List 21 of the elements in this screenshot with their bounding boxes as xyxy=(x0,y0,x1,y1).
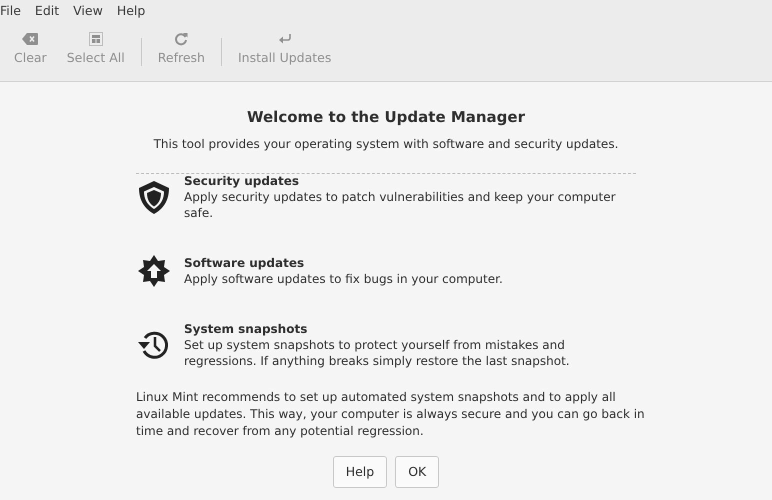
return-arrow-icon xyxy=(278,32,292,46)
menu-item[interactable]: Help xyxy=(110,0,152,22)
grid-icon xyxy=(88,32,103,46)
menu-item[interactable]: Edit xyxy=(28,0,66,22)
feature-description: Set up system snapshots to protect yourself from mistakes and regressions. If anything breaks simply restore the last snapshot. xyxy=(184,336,571,368)
feature-description: Apply security updates to patch vulnerabilities and keep your computer safe. xyxy=(184,188,617,220)
menu-item[interactable]: View xyxy=(66,0,110,22)
backspace-icon xyxy=(22,32,38,46)
ok-button[interactable]: OK xyxy=(395,456,440,488)
help-button[interactable]: Help xyxy=(332,456,388,488)
dialog-title: Welcome to the Update Manager xyxy=(246,107,526,128)
recommendation-text: Linux Mint recommends to set up automated system snapshots and to apply all available updates. This way, your computer is always secure and you can go back in time and recover from any potential regression. xyxy=(136,388,646,440)
refresh-icon xyxy=(174,32,188,46)
dialog-subtitle: This tool provides your operating system with software and security updates. xyxy=(152,136,620,152)
feature-title: Security updates xyxy=(184,172,300,188)
feature-title: Software updates xyxy=(184,254,306,270)
star-arrow-icon xyxy=(136,252,172,288)
menu-item[interactable]: File xyxy=(0,0,28,22)
shield-icon xyxy=(136,178,172,214)
feature-description: Apply software updates to fix bugs in your computer. xyxy=(184,270,503,286)
feature-title: System snapshots xyxy=(184,320,308,336)
